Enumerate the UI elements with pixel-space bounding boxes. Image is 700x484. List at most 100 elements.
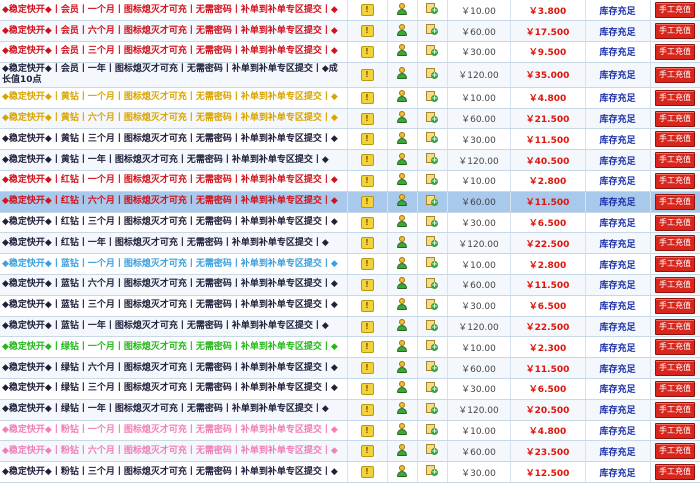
user-cell[interactable] — [387, 128, 418, 151]
exclamation-icon[interactable]: ! — [360, 466, 374, 479]
manual-recharge-button[interactable]: 手工充值 — [655, 276, 695, 293]
user-icon[interactable] — [397, 23, 407, 36]
add-document-icon[interactable]: + — [426, 236, 438, 248]
exclamation-icon[interactable]: ! — [360, 278, 374, 291]
table-row[interactable]: ◆稳定快开◆丨蓝钻丨三个月丨图标熄灭才可充丨无需密码丨补单到补单专区提交丨◆ !… — [0, 295, 700, 317]
add-document-icon[interactable]: + — [426, 3, 438, 15]
user-icon[interactable] — [397, 215, 407, 228]
add-document-icon[interactable]: + — [426, 423, 438, 435]
notice-cell[interactable]: ! — [347, 440, 388, 463]
manual-recharge-button[interactable]: 手工充值 — [655, 339, 695, 356]
add-document-icon[interactable]: + — [426, 298, 438, 310]
user-cell[interactable] — [387, 440, 418, 463]
user-cell[interactable] — [387, 149, 418, 172]
table-row[interactable]: ◆稳定快开◆丨红钻丨一个月丨图标熄灭才可充丨无需密码丨补单到补单专区提交丨◆ !… — [0, 170, 700, 192]
table-row[interactable]: ◆稳定快开◆丨会员丨三个月丨图标熄灭才可充丨无需密码丨补单到补单专区提交丨◆ !… — [0, 41, 700, 63]
notice-cell[interactable]: ! — [347, 336, 388, 359]
add-document-icon[interactable]: + — [426, 44, 438, 56]
add-document-icon[interactable]: + — [426, 277, 438, 289]
table-row[interactable]: ◆稳定快开◆丨粉钻丨一个月丨图标熄灭才可充丨无需密码丨补单到补单专区提交丨◆ !… — [0, 420, 700, 442]
table-row[interactable]: ◆稳定快开◆丨粉钻丨三个月丨图标熄灭才可充丨无需密码丨补单到补单专区提交丨◆ !… — [0, 461, 700, 484]
manual-recharge-button[interactable]: 手工充值 — [655, 464, 695, 481]
add-cell[interactable]: + — [417, 316, 448, 338]
manual-recharge-button[interactable]: 手工充值 — [655, 172, 695, 189]
table-row[interactable]: ◆稳定快开◆丨蓝钻丨一年丨图标熄灭才可充丨无需密码丨补单到补单专区提交丨◆ ! … — [0, 316, 700, 338]
table-row[interactable]: ◆稳定快开◆丨蓝钻丨六个月丨图标熄灭才可充丨无需密码丨补单到补单专区提交丨◆ !… — [0, 274, 700, 296]
user-cell[interactable] — [387, 316, 418, 338]
table-row[interactable]: ◆稳定快开◆丨绿钻丨六个月丨图标熄灭才可充丨无需密码丨补单到补单专区提交丨◆ !… — [0, 357, 700, 380]
table-row[interactable]: ◆稳定快开◆丨绿钻丨一个月丨图标熄灭才可充丨无需密码丨补单到补单专区提交丨◆ !… — [0, 336, 700, 359]
add-cell[interactable]: + — [417, 128, 448, 151]
add-document-icon[interactable]: + — [426, 444, 438, 456]
manual-recharge-button[interactable]: 手工充值 — [655, 360, 695, 377]
notice-cell[interactable]: ! — [347, 41, 388, 63]
add-document-icon[interactable]: + — [426, 173, 438, 185]
add-cell[interactable]: + — [417, 0, 448, 22]
add-document-icon[interactable]: + — [426, 381, 438, 393]
manual-recharge-button[interactable]: 手工充值 — [655, 214, 695, 231]
user-icon[interactable] — [397, 256, 407, 269]
exclamation-icon[interactable]: ! — [360, 382, 374, 395]
notice-cell[interactable]: ! — [347, 295, 388, 317]
add-document-icon[interactable]: + — [426, 194, 438, 206]
user-icon[interactable] — [397, 339, 407, 352]
manual-recharge-button[interactable]: 手工充值 — [655, 43, 695, 60]
user-icon[interactable] — [397, 111, 407, 124]
user-icon[interactable] — [397, 319, 407, 332]
manual-recharge-button[interactable]: 手工充值 — [655, 380, 695, 397]
exclamation-icon[interactable]: ! — [360, 68, 374, 81]
manual-recharge-button[interactable]: 手工充值 — [655, 235, 695, 252]
exclamation-icon[interactable]: ! — [360, 362, 374, 375]
notice-cell[interactable]: ! — [347, 212, 388, 234]
exclamation-icon[interactable]: ! — [360, 4, 374, 17]
add-document-icon[interactable]: + — [426, 90, 438, 102]
user-icon[interactable] — [397, 2, 407, 15]
table-row[interactable]: ◆稳定快开◆丨黄钻丨六个月丨图标熄灭才可充丨无需密码丨补单到补单专区提交丨◆ !… — [0, 108, 700, 130]
user-icon[interactable] — [397, 152, 407, 165]
manual-recharge-button[interactable]: 手工充值 — [655, 401, 695, 418]
exclamation-icon[interactable]: ! — [360, 195, 374, 208]
notice-cell[interactable]: ! — [347, 232, 388, 255]
notice-cell[interactable]: ! — [347, 274, 388, 296]
add-cell[interactable]: + — [417, 295, 448, 317]
manual-recharge-button[interactable]: 手工充值 — [655, 152, 695, 169]
add-document-icon[interactable]: + — [426, 361, 438, 373]
notice-cell[interactable]: ! — [347, 378, 388, 400]
user-icon[interactable] — [397, 443, 407, 456]
add-cell[interactable]: + — [417, 62, 448, 88]
exclamation-icon[interactable]: ! — [360, 403, 374, 416]
notice-cell[interactable]: ! — [347, 87, 388, 109]
manual-recharge-button[interactable]: 手工充值 — [655, 422, 695, 439]
add-document-icon[interactable]: + — [426, 132, 438, 144]
add-cell[interactable]: + — [417, 274, 448, 296]
user-cell[interactable] — [387, 87, 418, 109]
notice-cell[interactable]: ! — [347, 399, 388, 421]
manual-recharge-button[interactable]: 手工充值 — [655, 256, 695, 273]
notice-cell[interactable]: ! — [347, 191, 388, 213]
add-cell[interactable]: + — [417, 357, 448, 380]
manual-recharge-button[interactable]: 手工充值 — [655, 297, 695, 314]
add-cell[interactable]: + — [417, 41, 448, 63]
user-cell[interactable] — [387, 41, 418, 63]
add-document-icon[interactable]: + — [426, 402, 438, 414]
user-cell[interactable] — [387, 253, 418, 276]
manual-recharge-button[interactable]: 手工充值 — [655, 443, 695, 460]
add-cell[interactable]: + — [417, 20, 448, 43]
user-icon[interactable] — [397, 423, 407, 436]
user-cell[interactable] — [387, 108, 418, 130]
user-cell[interactable] — [387, 0, 418, 22]
manual-recharge-button[interactable]: 手工充值 — [655, 89, 695, 106]
exclamation-icon[interactable]: ! — [360, 154, 374, 167]
user-cell[interactable] — [387, 20, 418, 43]
user-icon[interactable] — [397, 298, 407, 311]
manual-recharge-button[interactable]: 手工充值 — [655, 23, 695, 40]
add-cell[interactable]: + — [417, 149, 448, 172]
user-icon[interactable] — [397, 277, 407, 290]
user-icon[interactable] — [397, 194, 407, 207]
exclamation-icon[interactable]: ! — [360, 341, 374, 354]
add-document-icon[interactable]: + — [426, 24, 438, 36]
add-cell[interactable]: + — [417, 212, 448, 234]
user-icon[interactable] — [397, 464, 407, 477]
table-row[interactable]: ◆稳定快开◆丨黄钻丨一年丨图标熄灭才可充丨无需密码丨补单到补单专区提交丨◆ ! … — [0, 149, 700, 172]
notice-cell[interactable]: ! — [347, 108, 388, 130]
